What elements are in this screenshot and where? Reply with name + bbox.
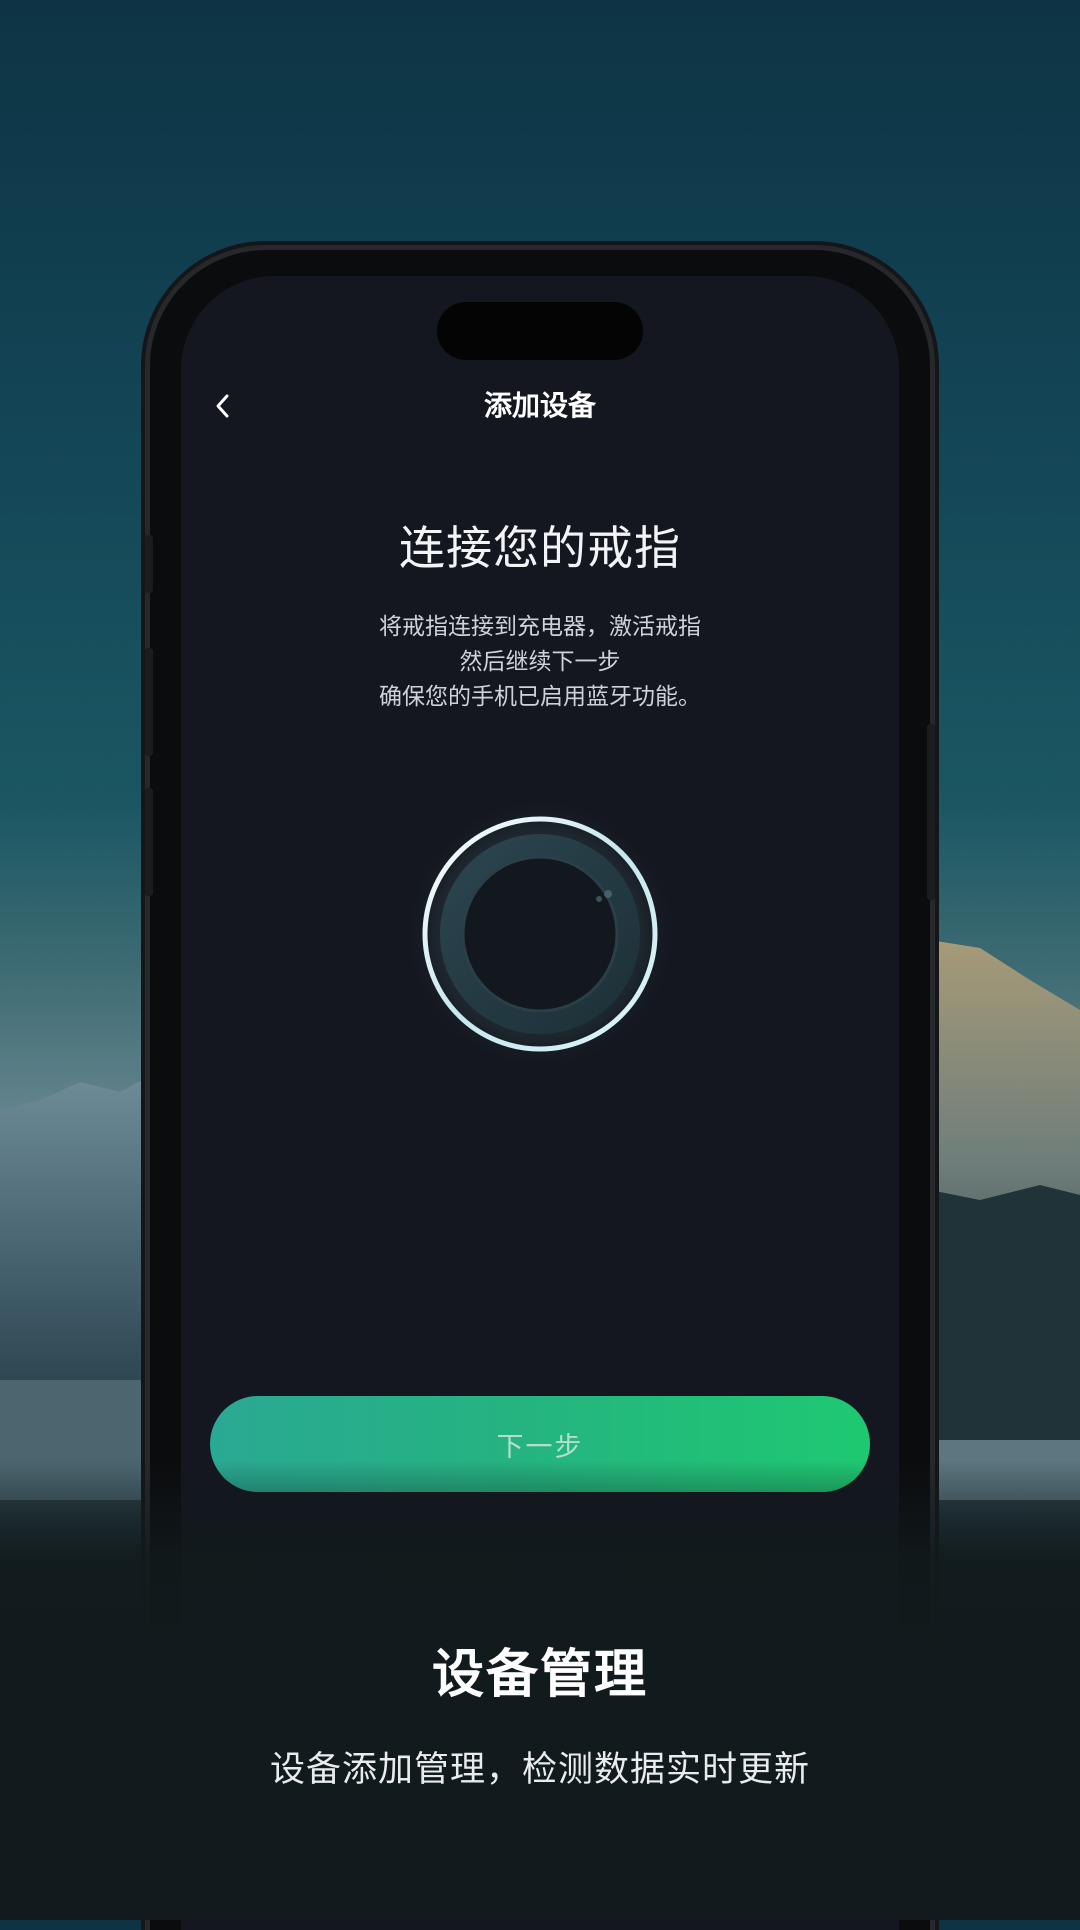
instruction-line: 然后继续下一步 <box>459 649 621 675</box>
next-step-label: 下一步 <box>496 1431 584 1463</box>
ring-image <box>403 797 677 1071</box>
page-title: 添加设备 <box>483 389 596 422</box>
instruction-line: 确保您的手机已启用蓝牙功能。 <box>379 684 701 710</box>
instructions: 将戒指连接到充电器，激活戒指 然后继续下一步 确保您的手机已启用蓝牙功能。 <box>181 610 899 715</box>
phone-power-button <box>927 724 935 900</box>
feature-subtitle: 设备添加管理，检测数据实时更新 <box>269 1750 810 1790</box>
instruction-line: 将戒指连接到充电器，激活戒指 <box>379 614 701 640</box>
phone-volume-down <box>145 788 153 896</box>
feature-title: 设备管理 <box>431 1645 648 1705</box>
dynamic-island <box>437 302 643 360</box>
phone-volume-up <box>145 648 153 756</box>
phone-side-button <box>145 535 153 593</box>
connect-heading: 连接您的戒指 <box>399 521 681 575</box>
smart-ring-icon <box>404 798 676 1070</box>
